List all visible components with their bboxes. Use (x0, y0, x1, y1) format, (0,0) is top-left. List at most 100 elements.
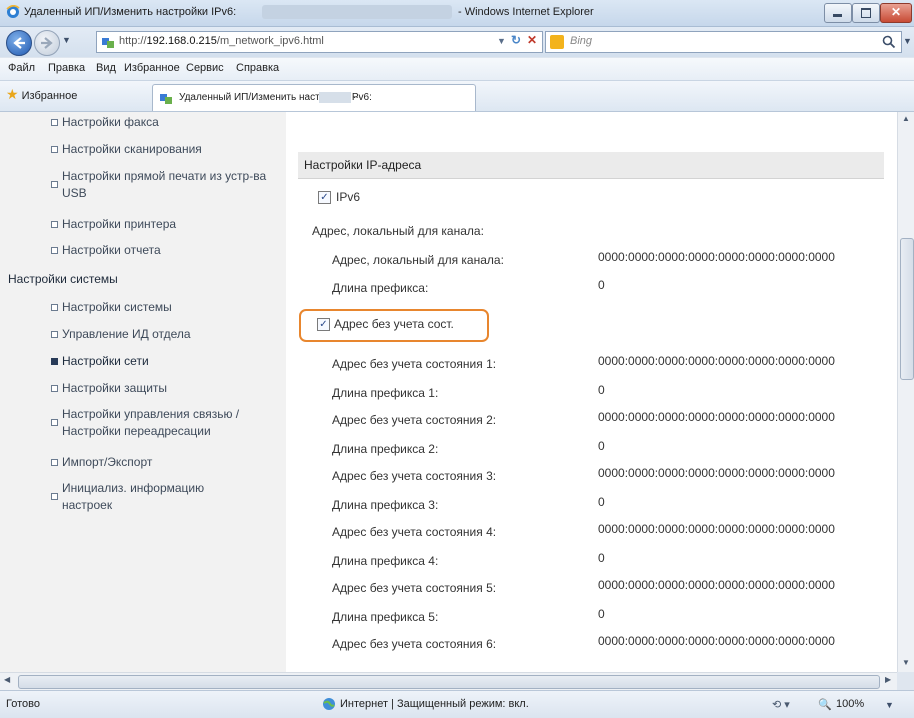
bullet-icon (51, 247, 58, 254)
zoom-dropdown-icon[interactable]: ▼ (885, 700, 894, 710)
search-icon[interactable] (882, 35, 896, 49)
search-field[interactable]: Bing (545, 31, 902, 53)
stateless-address-value: 0000:0000:0000:0000:0000:0000:0000:0000 (598, 578, 835, 592)
bullet-icon (51, 385, 58, 392)
ipv6-checkbox[interactable]: ✓ (318, 191, 331, 204)
stop-icon[interactable]: ✕ (527, 33, 537, 47)
url-dropdown-icon[interactable]: ▼ (497, 36, 506, 46)
horizontal-scroll-thumb[interactable] (18, 675, 880, 689)
stateless-address-label: Адрес без учета состояния 2: (332, 413, 497, 427)
scroll-left-icon[interactable]: ◀ (4, 675, 10, 684)
sidebar-item-network[interactable]: Настройки сети (51, 353, 272, 370)
stateless-prefix-value: 0 (598, 495, 605, 509)
sidebar-item-import-export[interactable]: Импорт/Экспорт (51, 454, 272, 471)
favorites-bar: ★ Избранное Удаленный ИП/Изменить настро… (0, 81, 914, 112)
bullet-icon (51, 459, 58, 466)
sidebar-item-report[interactable]: Настройки отчета (51, 242, 272, 259)
ie-logo-icon (6, 5, 20, 18)
history-dropdown-icon[interactable]: ▼ (62, 35, 71, 45)
protected-mode-icon[interactable]: ⟲ ▾ (772, 698, 790, 711)
stateless-prefix-label: Длина префикса 5: (332, 610, 439, 624)
address-toolbar: ▼ http://192.168.0.215/m_network_ipv6.ht… (0, 27, 914, 57)
sidebar-item-scan[interactable]: Настройки сканирования (51, 141, 272, 158)
section-title: Настройки IP-адреса (304, 158, 422, 172)
bullet-icon (51, 419, 58, 426)
close-icon: ✕ (891, 5, 902, 19)
bing-icon (550, 35, 564, 49)
scroll-up-icon[interactable]: ▲ (902, 114, 910, 123)
address-field[interactable]: http://192.168.0.215/m_network_ipv6.html… (96, 31, 543, 53)
vertical-scroll-thumb[interactable] (900, 238, 914, 380)
site-favicon-icon (102, 38, 114, 48)
stateless-address-value: 0000:0000:0000:0000:0000:0000:0000:0000 (598, 354, 835, 368)
forward-button[interactable] (34, 30, 60, 56)
stateless-address-label: Адрес без учета сост. (334, 317, 454, 331)
star-icon: ★ (6, 86, 19, 102)
stateless-address-value: 0000:0000:0000:0000:0000:0000:0000:0000 (598, 522, 835, 536)
window-title-suffix: - Windows Internet Explorer (458, 6, 594, 18)
menu-edit[interactable]: Правка (48, 62, 85, 74)
window-title: Удаленный ИП/Изменить настройки IPv6: (24, 6, 237, 18)
vertical-scrollbar[interactable]: ▲ ▼ (897, 112, 914, 672)
menu-tools[interactable]: Сервис (186, 62, 224, 74)
favorites-label: Избранное (21, 90, 78, 102)
link-local-heading: Адрес, локальный для канала: (312, 224, 484, 238)
prefix-length-value: 0 (598, 278, 605, 292)
scroll-down-icon[interactable]: ▼ (902, 658, 910, 667)
stateless-prefix-label: Длина префикса 1: (332, 386, 439, 400)
stateless-address-checkbox[interactable]: ✓ (317, 318, 330, 331)
search-options-icon[interactable]: ▼ (903, 36, 912, 46)
minimize-button[interactable] (824, 3, 852, 23)
back-button[interactable] (6, 30, 32, 56)
menu-bar: Файл Правка Вид Избранное Сервис Справка (0, 58, 914, 81)
security-zone-text[interactable]: Интернет | Защищенный режим: вкл. (340, 698, 529, 710)
sidebar-item-system-settings[interactable]: Настройки системы (51, 299, 272, 316)
bullet-icon (51, 181, 58, 188)
close-button[interactable]: ✕ (880, 3, 912, 23)
horizontal-scrollbar[interactable]: ◀ ▶ (0, 672, 897, 690)
sidebar-item-security[interactable]: Настройки защиты (51, 380, 272, 397)
browser-tab[interactable]: Удаленный ИП/Изменить настройки IPv6: ..… (152, 84, 476, 111)
sidebar-item-fax[interactable]: Настройки факса (51, 114, 272, 131)
bullet-icon (51, 331, 58, 338)
menu-favorites[interactable]: Избранное (124, 62, 180, 74)
stateless-address-label: Адрес без учета состояния 6: (332, 637, 497, 651)
scroll-right-icon[interactable]: ▶ (885, 675, 891, 684)
zoom-level[interactable]: 100% (836, 698, 864, 710)
menu-view[interactable]: Вид (96, 62, 116, 74)
sidebar-item-printer[interactable]: Настройки принтера (51, 216, 272, 233)
bullet-icon (51, 493, 58, 500)
favorites-button[interactable]: ★ Избранное (6, 86, 77, 106)
status-bar: Готово Интернет | Защищенный режим: вкл.… (0, 690, 914, 718)
maximize-button[interactable] (852, 3, 880, 23)
refresh-icon[interactable]: ↻ (511, 33, 521, 47)
sidebar-item-initialize[interactable]: Инициализ. информацию настроек (51, 480, 242, 514)
bullet-active-icon (51, 358, 58, 365)
zoom-icon: 🔍 (818, 699, 832, 711)
menu-file[interactable]: Файл (8, 62, 35, 74)
stateless-prefix-value: 0 (598, 439, 605, 453)
search-placeholder: Bing (570, 35, 593, 47)
sidebar-item-communication[interactable]: Настройки управления связью / Настройки … (51, 406, 280, 440)
forward-arrow-icon (41, 37, 53, 49)
internet-globe-icon (323, 698, 335, 710)
sidebar-section-system: Настройки системы (8, 272, 118, 286)
stateless-address-label: Адрес без учета состояния 3: (332, 469, 497, 483)
stateless-prefix-value: 0 (598, 383, 605, 397)
menu-help[interactable]: Справка (236, 62, 279, 74)
sidebar-item-department-id[interactable]: Управление ИД отдела (51, 326, 272, 343)
back-arrow-icon (13, 37, 25, 49)
tab-favicon-icon (160, 94, 172, 104)
url-text: http://192.168.0.215/m_network_ipv6.html (119, 35, 324, 47)
stateless-address-label: Адрес без учета состояния 1: (332, 357, 497, 371)
status-text: Готово (6, 698, 40, 710)
page-content: Настройки факса Настройки сканирования Н… (0, 112, 897, 672)
bullet-icon (51, 304, 58, 311)
main-panel: Настройки IP-адреса ✓ IPv6 Адрес, локаль… (286, 112, 897, 672)
title-bar: Удаленный ИП/Изменить настройки IPv6: - … (0, 0, 914, 27)
prefix-length-label: Длина префикса: (332, 281, 429, 295)
bullet-icon (51, 119, 58, 126)
link-local-address-label: Адрес, локальный для канала: (332, 253, 504, 267)
redacted-tab-block (319, 92, 351, 103)
sidebar-item-usb-print[interactable]: Настройки прямой печати из устр-ва USB (51, 168, 272, 202)
